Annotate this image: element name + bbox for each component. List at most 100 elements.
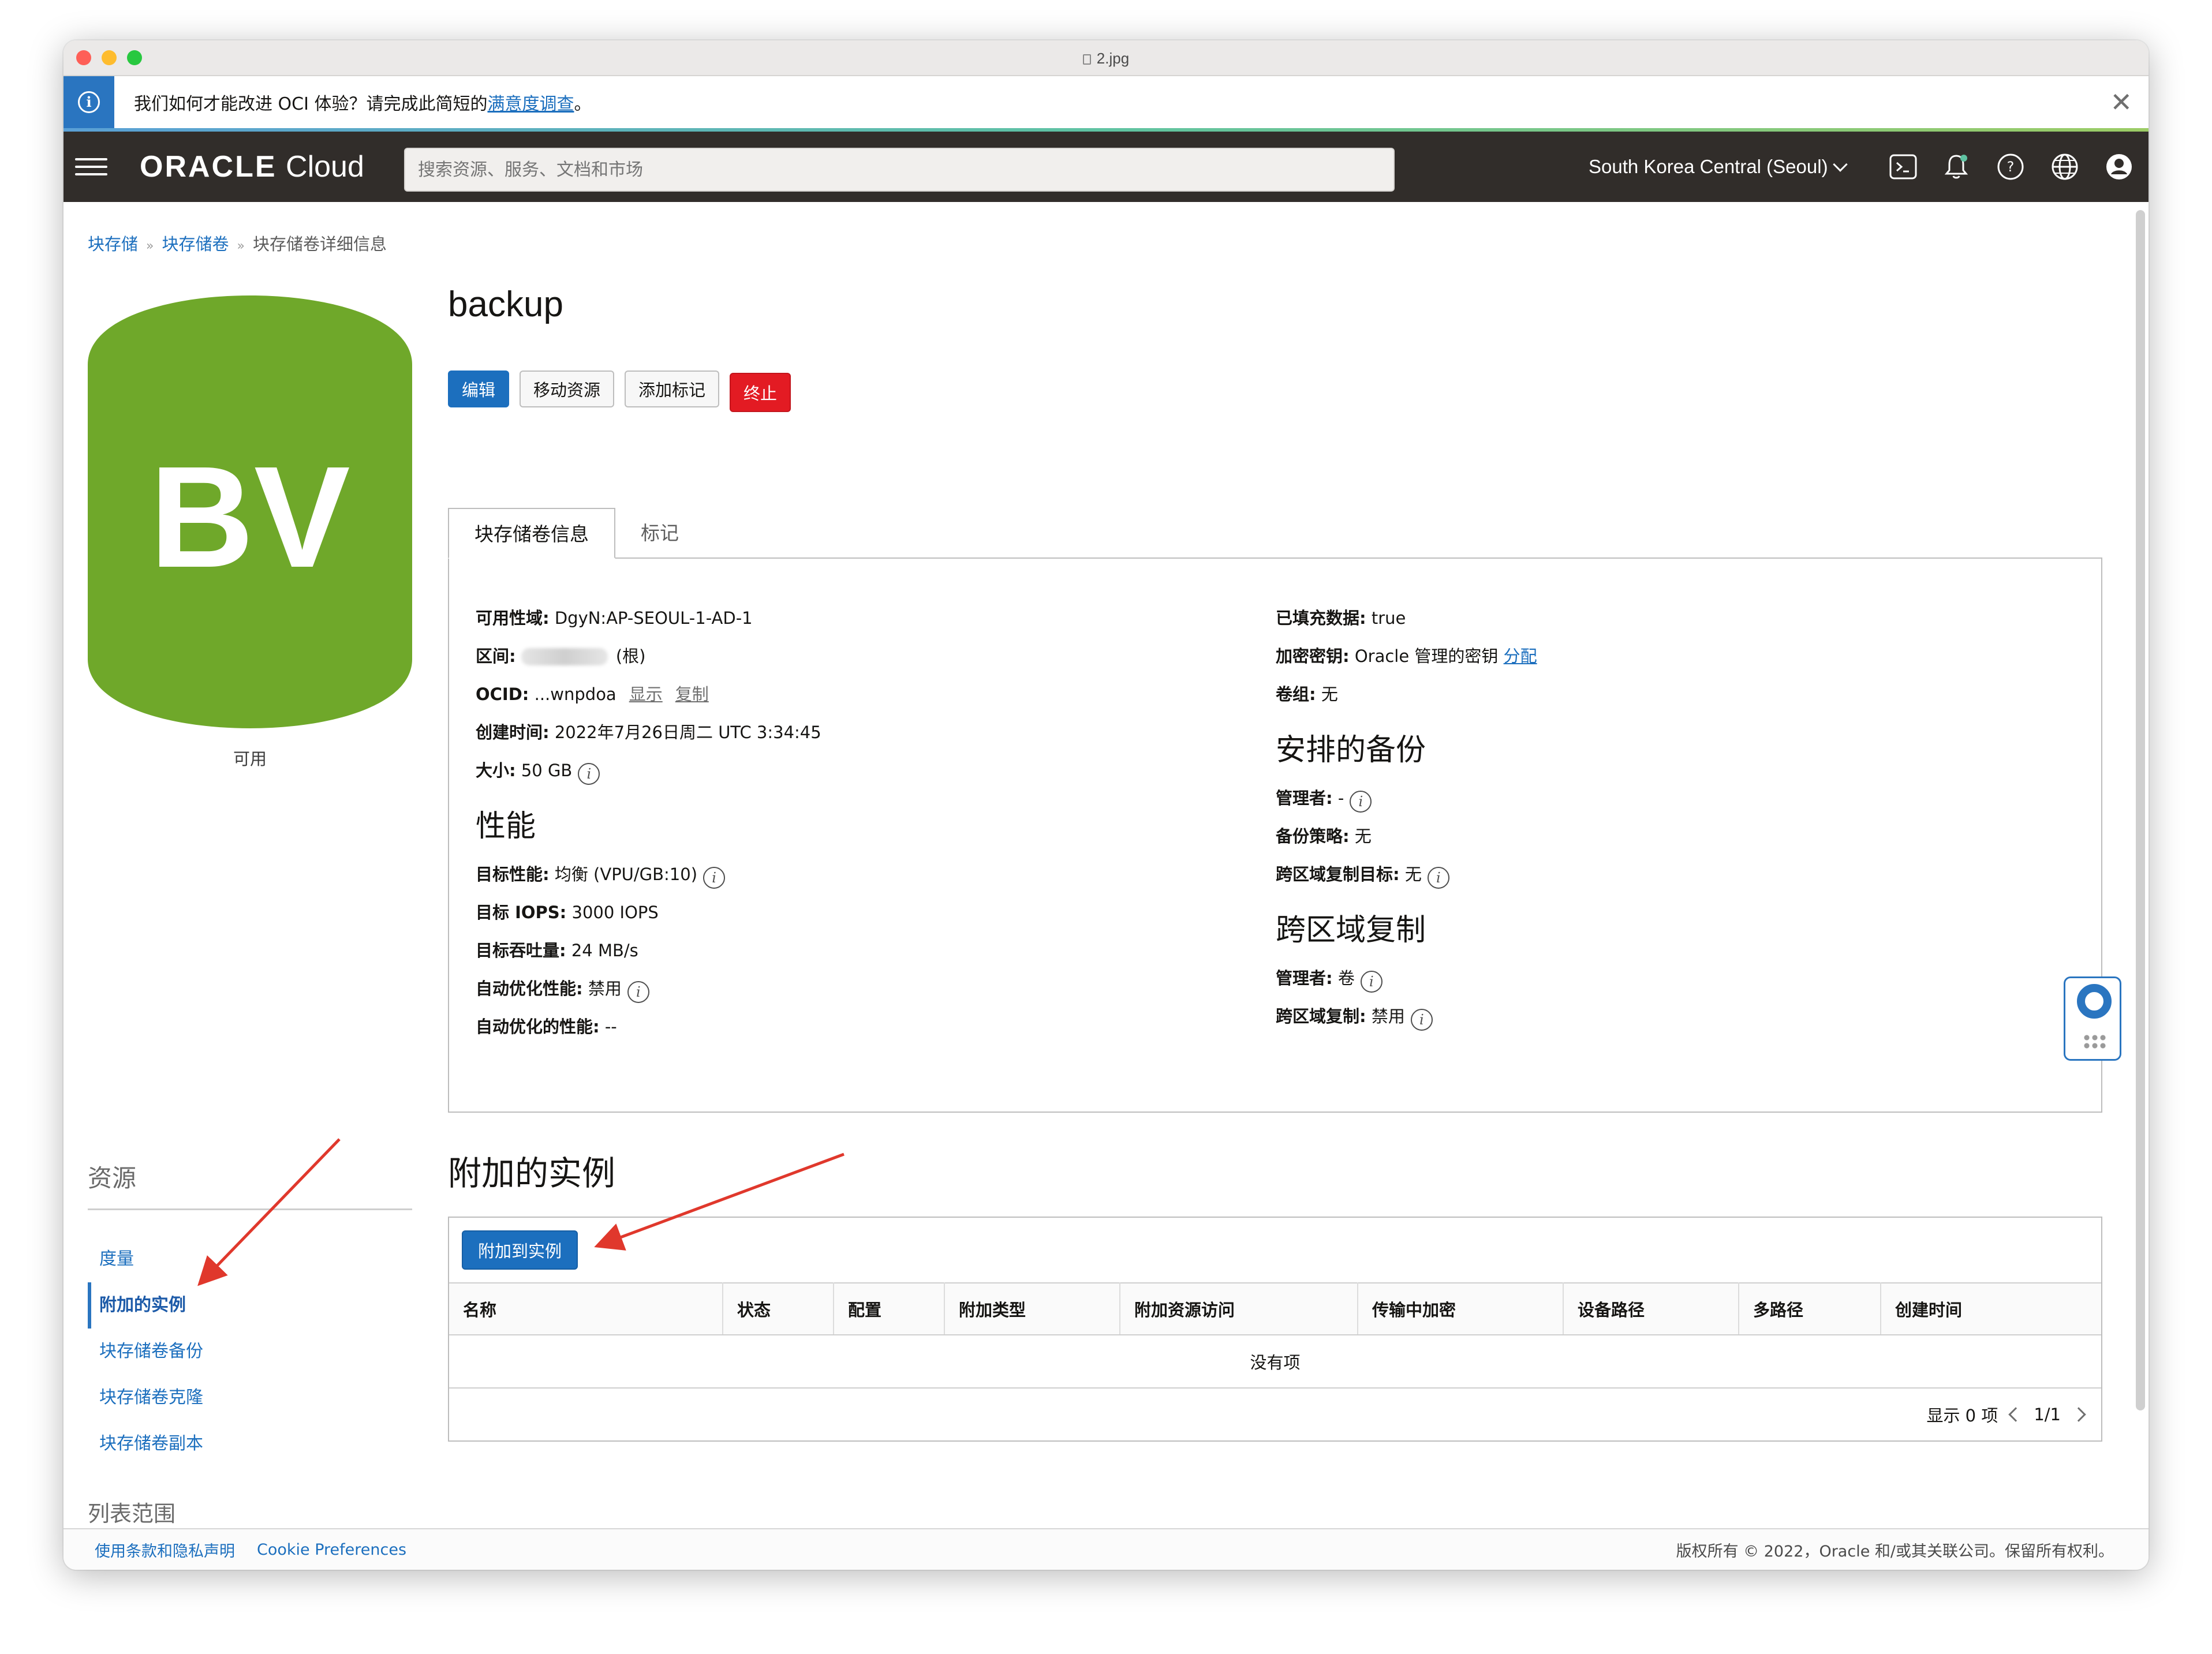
add-tags-button[interactable]: 添加标记 [625, 371, 720, 407]
replication-row: 跨区域复制: 禁用 i [1276, 997, 1537, 1035]
brand-oracle: ORACLE [140, 150, 277, 184]
created-row: 创建时间: 2022年7月26日周二 UTC 3:34:45 [476, 713, 821, 751]
cross-region-target-row: 跨区域复制目标: 无i [1276, 855, 1537, 893]
auto-tuned-performance-value: -- [604, 1017, 617, 1036]
cloud-shell-icon[interactable] [1888, 151, 1919, 182]
field-label: 自动优化性能: [476, 979, 583, 998]
search-box[interactable] [404, 148, 1395, 192]
ocid-copy-link[interactable]: 复制 [675, 684, 709, 704]
item-count: 显示 0 项 [1926, 1406, 1998, 1425]
field-label: 区间: [476, 646, 516, 666]
hydrated-row: 已填充数据: true [1276, 599, 1537, 637]
backup-manager-value: - [1337, 788, 1344, 808]
resource-item-volume-replicas[interactable]: 块存储卷副本 [88, 1421, 412, 1467]
ocid-show-link[interactable]: 显示 [629, 684, 663, 704]
replication-value: 禁用 [1371, 1006, 1405, 1026]
field-label: 管理者: [1276, 968, 1333, 988]
edit-button[interactable]: 编辑 [448, 371, 510, 407]
hamburger-menu-icon[interactable] [75, 158, 107, 175]
column-header-config[interactable]: 配置 [834, 1282, 945, 1335]
breadcrumb: 块存储 » 块存储卷 » 块存储卷详细信息 [88, 231, 387, 255]
help-lifebuoy-widget[interactable] [2064, 976, 2121, 1061]
svg-text:?: ? [2007, 159, 2015, 175]
user-avatar-icon[interactable] [2103, 151, 2135, 182]
lifebuoy-icon [2077, 984, 2112, 1019]
resource-item-attached-instances[interactable]: 附加的实例 [88, 1282, 412, 1329]
backup-policy-value: 无 [1354, 826, 1372, 846]
region-label: South Korea Central (Seoul) [1589, 156, 1828, 177]
column-header-state[interactable]: 状态 [723, 1282, 834, 1335]
info-left-column: 可用性域: DgyN:AP-SEOUL-1-AD-1 区间: (根) OCID:… [476, 599, 821, 1046]
page-scrollbar[interactable] [2136, 210, 2145, 1410]
breadcrumb-current: 块存储卷详细信息 [252, 234, 387, 254]
assign-key-link[interactable]: 分配 [1504, 646, 1537, 666]
compartment-suffix: (根) [615, 646, 646, 666]
info-icon[interactable]: i [703, 867, 726, 889]
resource-item-metrics[interactable]: 度量 [88, 1236, 412, 1282]
terminate-button[interactable]: 终止 [730, 373, 791, 412]
field-label: 目标 IOPS: [476, 903, 567, 922]
breadcrumb-block-storage[interactable]: 块存储 [88, 234, 138, 254]
column-header-device-path[interactable]: 设备路径 [1563, 1282, 1739, 1335]
backup-manager-row: 管理者: -i [1276, 779, 1537, 817]
page-footer: 使用条款和隐私声明 Cookie Preferences 版权所有 © 2022… [63, 1528, 2149, 1570]
page-title: backup [448, 285, 563, 324]
column-header-access[interactable]: 附加资源访问 [1120, 1282, 1358, 1335]
cookie-preferences-link[interactable]: Cookie Preferences [257, 1541, 406, 1559]
bell-icon[interactable] [1941, 151, 1972, 182]
empty-table-message: 没有项 [449, 1335, 2101, 1389]
ocid-value: ...wnpdoa [534, 684, 616, 704]
encryption-key-row: 加密密钥: Oracle 管理的密钥 分配 [1276, 637, 1537, 675]
window-title-text: 2.jpg [1096, 50, 1130, 67]
column-header-attachment-type[interactable]: 附加类型 [944, 1282, 1120, 1335]
info-icon[interactable]: i [1427, 867, 1449, 889]
info-icon[interactable]: i [1360, 971, 1383, 993]
column-header-created[interactable]: 创建时间 [1881, 1282, 2101, 1335]
volume-group-value: 无 [1321, 684, 1338, 704]
help-icon[interactable]: ? [1995, 151, 2026, 182]
action-bar: 编辑 移动资源 添加标记 终止 [448, 371, 791, 412]
tab-tags[interactable]: 标记 [615, 508, 704, 559]
move-resource-button[interactable]: 移动资源 [520, 371, 615, 407]
field-label: 加密密钥: [1276, 646, 1350, 666]
attached-instances-table: 名称 状态 配置 附加类型 附加资源访问 传输中加密 设备路径 多路径 创建时间… [449, 1282, 2101, 1389]
created-value: 2022年7月26日周二 UTC 3:34:45 [554, 723, 821, 742]
target-iops-row: 目标 IOPS: 3000 IOPS [476, 893, 821, 931]
tab-volume-information[interactable]: 块存储卷信息 [448, 508, 615, 559]
info-icon[interactable]: i [1350, 791, 1372, 813]
breadcrumb-block-volumes[interactable]: 块存储卷 [162, 234, 229, 254]
volume-badge: BV [88, 295, 412, 728]
chevron-down-icon [1832, 157, 1848, 172]
drag-handle-icon[interactable] [2083, 1034, 2106, 1051]
availability-domain-row: 可用性域: DgyN:AP-SEOUL-1-AD-1 [476, 599, 821, 637]
target-throughput-value: 24 MB/s [571, 941, 638, 960]
field-label: 自动优化的性能: [476, 1017, 600, 1036]
attach-to-instance-button[interactable]: 附加到实例 [462, 1230, 578, 1270]
column-header-multipath[interactable]: 多路径 [1739, 1282, 1881, 1335]
info-icon[interactable]: i [627, 981, 649, 1003]
column-header-in-transit-encryption[interactable]: 传输中加密 [1358, 1282, 1564, 1335]
terms-privacy-link[interactable]: 使用条款和隐私声明 [95, 1539, 235, 1561]
survey-link[interactable]: 满意度调查 [487, 94, 574, 114]
resource-item-volume-backups[interactable]: 块存储卷备份 [88, 1329, 412, 1375]
copyright-text: 版权所有 © 2022，Oracle 和/或其关联公司。保留所有权利。 [1676, 1542, 2114, 1561]
cross-region-target-value: 无 [1404, 865, 1422, 884]
oracle-cloud-logo[interactable]: ORACLE Cloud [140, 149, 364, 184]
main-content: 块存储 » 块存储卷 » 块存储卷详细信息 BV 可用 资源 度量 附加的实例 块存储卷… [63, 203, 2149, 1570]
resource-item-volume-clones[interactable]: 块存储卷克隆 [88, 1375, 412, 1421]
search-input[interactable] [405, 149, 1393, 190]
info-icon[interactable]: i [1410, 1009, 1433, 1031]
list-scope-title: 列表范围 [88, 1501, 176, 1526]
region-selector[interactable]: South Korea Central (Seoul) [1589, 132, 1848, 202]
globe-icon[interactable] [2049, 151, 2080, 182]
auto-tune-value: 禁用 [588, 979, 622, 998]
window-title: 2.jpg [63, 40, 2149, 76]
chevron-right-icon[interactable] [2071, 1407, 2086, 1422]
chevron-left-icon[interactable] [2008, 1407, 2024, 1422]
encryption-key-value: Oracle 管理的密钥 [1354, 646, 1499, 666]
info-icon[interactable]: i [578, 763, 600, 785]
column-header-name[interactable]: 名称 [449, 1282, 723, 1335]
field-label: 卷组: [1276, 684, 1316, 704]
availability-domain-value: DgyN:AP-SEOUL-1-AD-1 [554, 608, 753, 628]
close-icon[interactable]: ✕ [2110, 89, 2132, 115]
